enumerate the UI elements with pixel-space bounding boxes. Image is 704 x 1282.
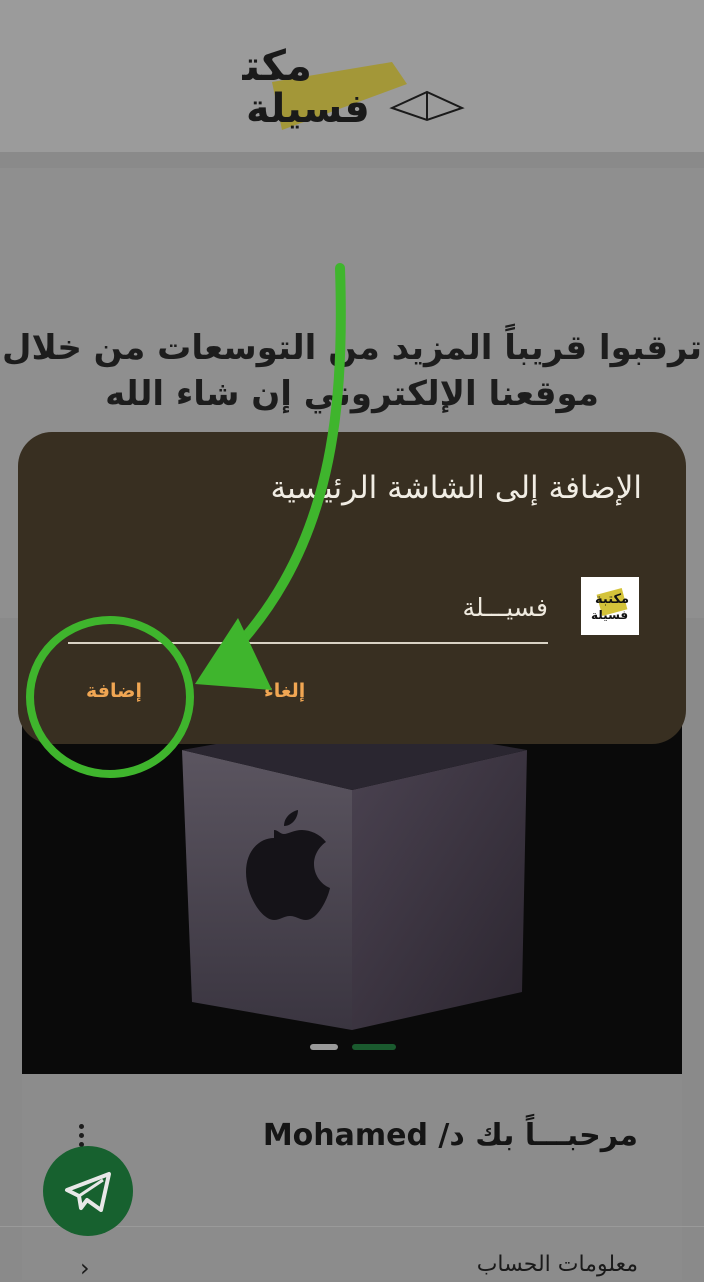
shortcut-name-input[interactable] — [68, 580, 548, 644]
slider-dots — [310, 1044, 396, 1050]
more-menu-icon[interactable] — [78, 1124, 86, 1148]
promo-text: ترقبوا قريباً المزيد من التوسعات من خلال… — [0, 325, 704, 417]
add-to-home-dialog: الإضافة إلى الشاشة الرئيسية مكتبة فسيلة … — [18, 432, 686, 744]
svg-text:فسيلة: فسيلة — [246, 86, 370, 132]
site-header: مكتبة فسيلة — [0, 0, 704, 152]
telegram-button[interactable] — [43, 1146, 133, 1236]
svg-text:فسيلة: فسيلة — [591, 608, 628, 622]
promo-line-2: موقعنا الإلكتروني إن شاء الله — [105, 374, 599, 414]
cancel-button[interactable]: إلغاء — [258, 676, 311, 706]
svg-text:مكتبة: مكتبة — [595, 592, 629, 607]
svg-text:مكتبة: مكتبة — [242, 41, 312, 90]
telegram-icon — [65, 1172, 111, 1212]
slider-dot-1[interactable] — [310, 1044, 338, 1050]
promo-line-1: ترقبوا قريباً المزيد من التوسعات من خلال — [2, 328, 702, 368]
welcome-text: مرحبـــاً بك د/ Mohamed — [262, 1118, 638, 1153]
account-info-link[interactable]: معلومات الحساب — [477, 1252, 638, 1277]
slider-dot-2[interactable] — [352, 1044, 396, 1050]
site-logo[interactable]: مكتبة فسيلة — [202, 22, 466, 138]
app-icon: مكتبة فسيلة — [581, 577, 639, 635]
add-button[interactable]: إضافة — [80, 676, 148, 706]
dialog-title: الإضافة إلى الشاشة الرئيسية — [270, 470, 643, 506]
chevron-left-icon[interactable]: › — [80, 1254, 90, 1282]
